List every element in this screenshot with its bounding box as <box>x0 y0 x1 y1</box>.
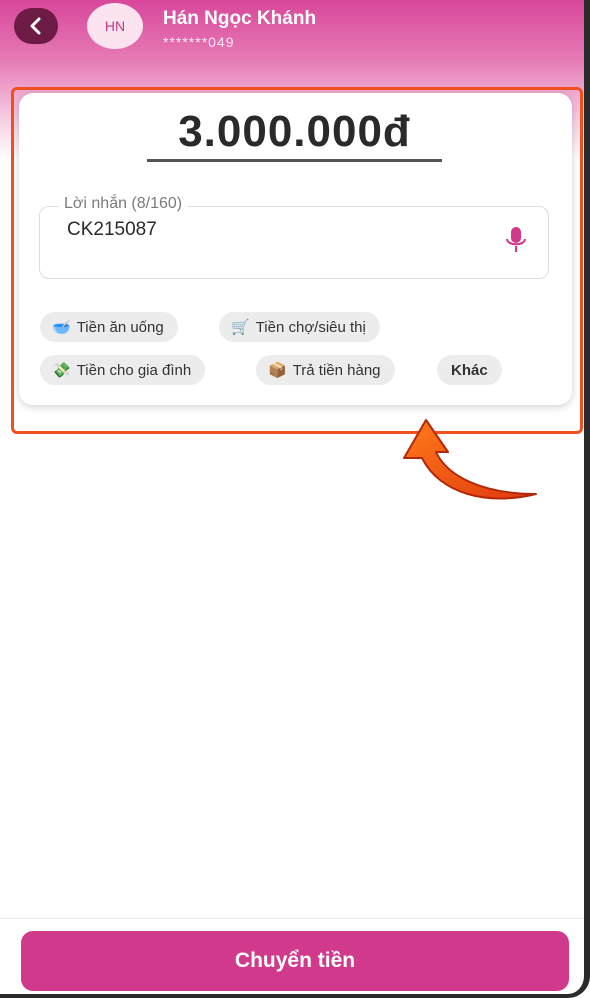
divider <box>0 918 584 919</box>
pointer-arrow-icon <box>403 419 537 500</box>
recipient-phone: *******049 <box>163 34 235 50</box>
recipient-name: Hán Ngọc Khánh <box>163 8 317 29</box>
back-button[interactable] <box>14 8 58 44</box>
avatar: HN <box>87 3 143 49</box>
chevron-left-icon <box>30 17 41 35</box>
app-screen: HN Hán Ngọc Khánh *******049 3.000.000đ … <box>0 0 590 998</box>
transfer-button[interactable]: Chuyển tiền <box>21 931 569 991</box>
highlight-frame <box>11 87 583 434</box>
